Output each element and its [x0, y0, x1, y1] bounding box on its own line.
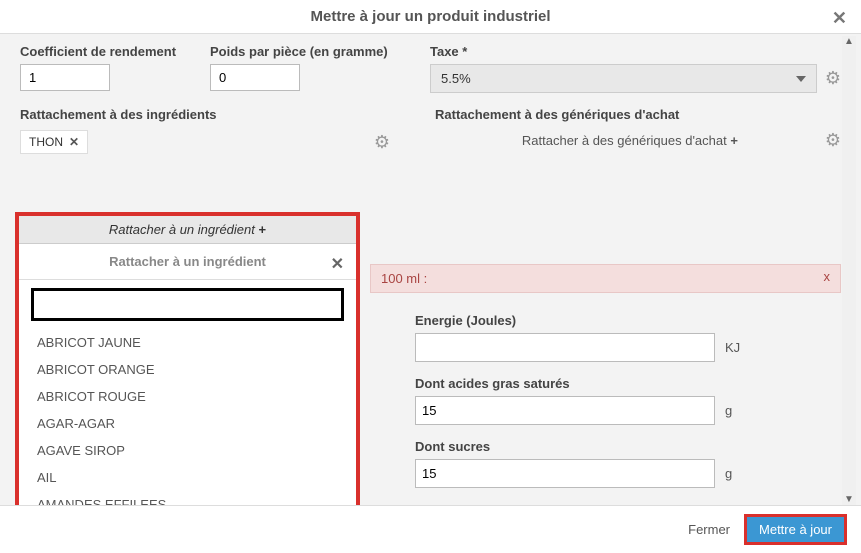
list-item[interactable]: AGAVE SIROP	[19, 437, 356, 464]
gear-icon[interactable]: ⚙	[825, 68, 841, 89]
satfat-input[interactable]	[415, 396, 715, 425]
dialog-title: Mettre à jour un produit industriel	[311, 8, 551, 25]
close-icon[interactable]: ✕	[832, 8, 847, 29]
sugar-unit: g	[725, 466, 732, 481]
plus-icon: +	[730, 133, 738, 148]
close-button[interactable]: Fermer	[688, 522, 730, 537]
close-icon[interactable]: ✕	[331, 254, 344, 274]
generics-section-title: Rattachement à des génériques d'achat	[435, 107, 841, 122]
energy-label: Energie (Joules)	[415, 313, 841, 328]
sugar-input[interactable]	[415, 459, 715, 488]
chip-label: THON	[29, 135, 63, 149]
alert-banner: 100 ml : x	[370, 264, 841, 293]
dialog-content: Coefficient de rendement Poids par pièce…	[0, 34, 861, 514]
ingredient-picker-panel: Rattacher à un ingrédient + Rattacher à …	[15, 212, 360, 514]
sugar-label: Dont sucres	[415, 439, 841, 454]
tax-label: Taxe *	[430, 44, 841, 59]
gear-icon[interactable]: ⚙	[374, 132, 390, 153]
satfat-label: Dont acides gras saturés	[415, 376, 841, 391]
chevron-down-icon	[796, 76, 806, 82]
ingredient-search-input[interactable]	[31, 288, 344, 321]
weight-input[interactable]	[210, 64, 300, 91]
ingredient-chip: THON ✕	[20, 130, 88, 154]
coeff-label: Coefficient de rendement	[20, 44, 190, 59]
dialog-header: Mettre à jour un produit industriel ✕	[0, 0, 861, 34]
tax-value: 5.5%	[441, 71, 471, 86]
list-item[interactable]: AGAR-AGAR	[19, 410, 356, 437]
tax-select[interactable]: 5.5%	[430, 64, 817, 93]
nutrition-panel: 100 ml : x Energie (Joules) KJ Dont acid…	[370, 264, 841, 502]
list-item[interactable]: ABRICOT JAUNE	[19, 329, 356, 356]
attach-ingredient-bar[interactable]: Rattacher à un ingrédient +	[19, 216, 356, 244]
plus-icon: +	[259, 222, 267, 237]
weight-label: Poids par pièce (en gramme)	[210, 44, 410, 59]
gear-icon[interactable]: ⚙	[825, 130, 841, 151]
energy-unit: KJ	[725, 340, 740, 355]
energy-input[interactable]	[415, 333, 715, 362]
coeff-input[interactable]	[20, 64, 110, 91]
ingredients-section-title: Rattachement à des ingrédients	[20, 107, 390, 122]
banner-close-icon[interactable]: x	[824, 269, 831, 284]
list-item[interactable]: ABRICOT ROUGE	[19, 383, 356, 410]
satfat-unit: g	[725, 403, 732, 418]
picker-title: Rattacher à un ingrédient ✕	[19, 244, 356, 280]
chip-remove-icon[interactable]: ✕	[69, 135, 79, 149]
ingredient-list[interactable]: ABRICOT JAUNE ABRICOT ORANGE ABRICOT ROU…	[19, 329, 356, 514]
list-item[interactable]: AIL	[19, 464, 356, 491]
attach-generics-link[interactable]: Rattacher à des génériques d'achat +	[435, 133, 825, 148]
dialog-footer: Fermer Mettre à jour	[0, 505, 861, 553]
list-item[interactable]: ABRICOT ORANGE	[19, 356, 356, 383]
update-button[interactable]: Mettre à jour	[744, 514, 847, 545]
